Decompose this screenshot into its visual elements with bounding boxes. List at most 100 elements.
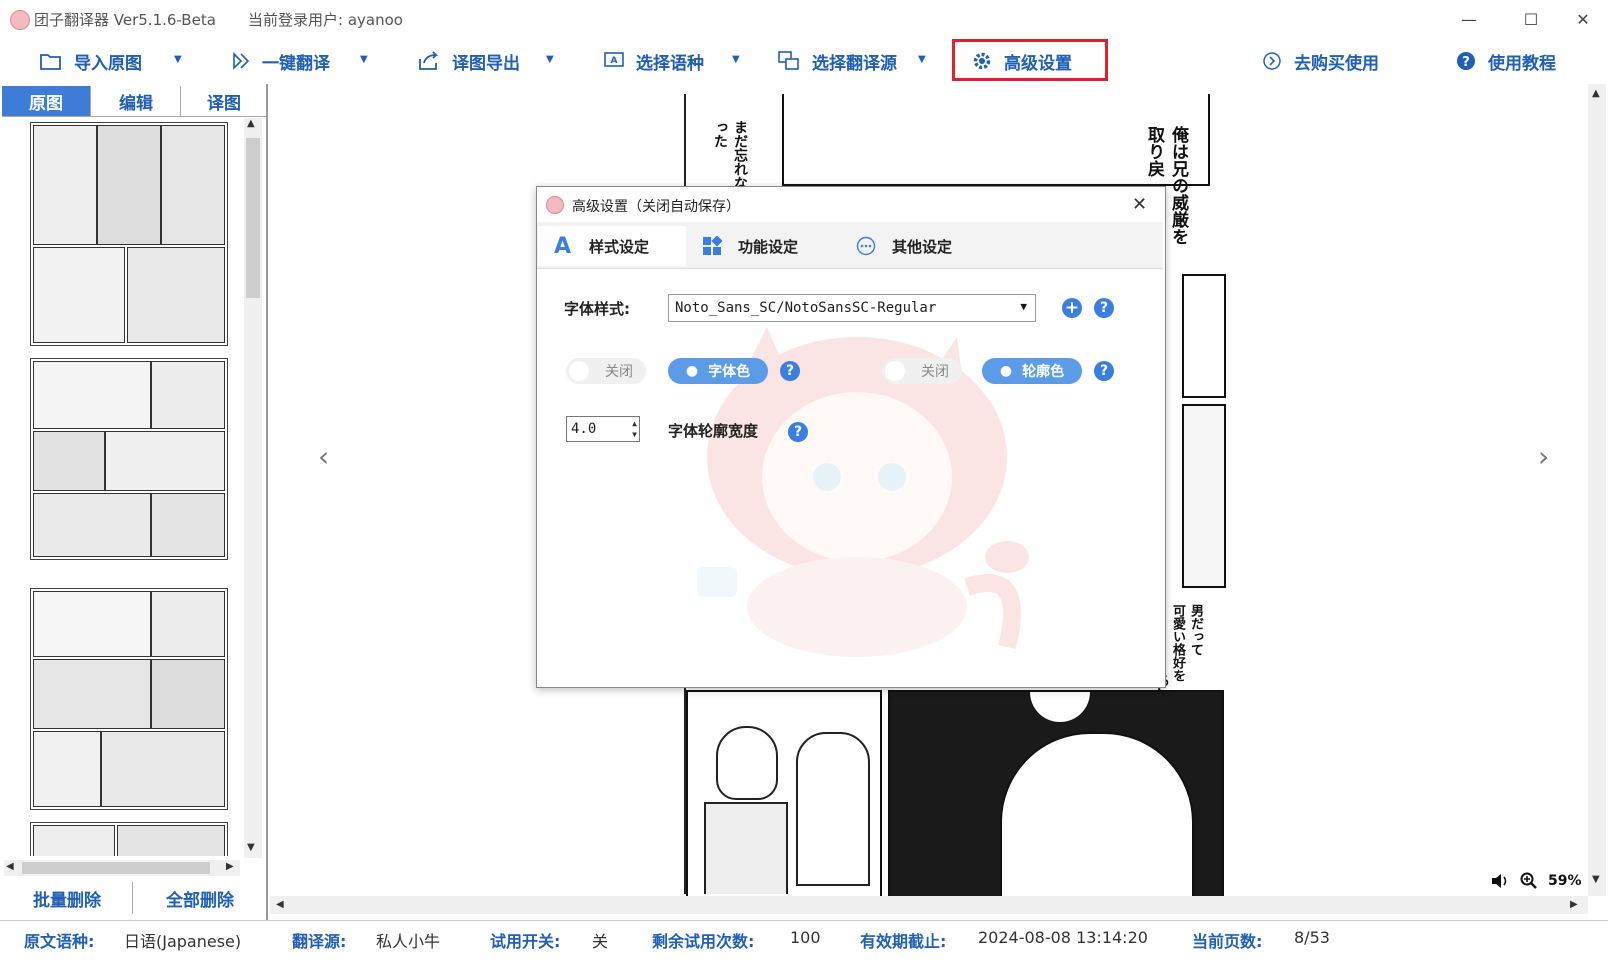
minimize-icon: — xyxy=(1461,9,1477,29)
main-horizontal-scrollbar[interactable]: ◀ ▶ xyxy=(270,896,1588,914)
prev-page-button[interactable]: ‹ xyxy=(318,440,329,473)
remaining-trials-value: 100 xyxy=(790,928,821,947)
scroll-right-icon[interactable]: ▶ xyxy=(226,861,234,872)
dialog-logo-icon xyxy=(546,196,564,214)
thumbnail-list[interactable] xyxy=(10,118,230,856)
source-dropdown-icon[interactable]: ▼ xyxy=(918,54,926,65)
one-click-translate-button[interactable]: 一键翻译 xyxy=(232,44,330,78)
thumbnail-page-1[interactable] xyxy=(30,122,228,346)
export-dropdown-icon[interactable]: ▼ xyxy=(546,54,554,65)
manga-panel-right xyxy=(1182,274,1226,398)
expiry-label: 有效期截止: xyxy=(860,932,947,951)
spin-arrows-icon[interactable]: ▲ ▼ xyxy=(632,418,637,440)
select-language-button[interactable]: A 选择语种 xyxy=(604,44,704,78)
tab-divider xyxy=(2,116,266,117)
expiry-value: 2024-08-08 13:14:20 xyxy=(978,928,1148,947)
left-vertical-scrollbar[interactable]: ▲ ▼ xyxy=(244,118,262,858)
import-button[interactable]: 导入原图 xyxy=(40,44,142,78)
tab-style-settings[interactable]: A 样式设定 xyxy=(538,226,686,266)
tab-function-settings[interactable]: 功能设定 xyxy=(702,226,798,266)
add-font-button[interactable]: + xyxy=(1062,298,1082,318)
translate-dropdown-icon[interactable]: ▼ xyxy=(360,54,368,65)
thumbnail-page-2[interactable] xyxy=(30,358,228,560)
tutorial-label: 使用教程 xyxy=(1488,53,1556,74)
tutorial-button[interactable]: ? 使用教程 xyxy=(1456,44,1556,78)
grid-icon xyxy=(703,236,722,255)
translator-value: 私人小牛 xyxy=(376,932,441,951)
export-button[interactable]: 译图导出 xyxy=(418,44,520,78)
minimize-button[interactable]: — xyxy=(1446,4,1492,34)
outline-color-toggle[interactable]: 关闭 xyxy=(882,358,962,384)
main-vertical-scrollbar[interactable]: ▲ ▼ xyxy=(1588,84,1606,896)
manga-panel-bottom-right xyxy=(888,690,1224,906)
tab-translated[interactable]: 译图 xyxy=(182,86,266,116)
font-style-help-icon[interactable]: ? xyxy=(1094,298,1114,318)
font-color-toggle[interactable]: 关闭 xyxy=(566,358,646,384)
buy-button[interactable]: 去购买使用 xyxy=(1262,44,1379,78)
main-scroll-right-icon[interactable]: ▶ xyxy=(1570,899,1578,910)
tab-edit[interactable]: 编辑 xyxy=(92,86,181,116)
main-scroll-up-icon[interactable]: ▲ xyxy=(1592,88,1600,99)
toggle-knob xyxy=(569,361,589,381)
font-color-button[interactable]: ● 字体色 xyxy=(668,358,768,384)
font-color-label: 字体色 xyxy=(708,364,751,380)
language-dropdown-icon[interactable]: ▼ xyxy=(732,54,740,65)
outline-width-label: 字体轮廓宽度 xyxy=(668,422,759,440)
app-logo-icon xyxy=(10,10,30,30)
trial-switch-value: 关 xyxy=(592,932,609,951)
login-user-label: 当前登录用户: ayanoo xyxy=(248,11,403,29)
close-window-button[interactable]: ✕ xyxy=(1560,4,1606,34)
font-color-toggle-state: 关闭 xyxy=(605,364,633,380)
scroll-up-icon[interactable]: ▲ xyxy=(247,118,255,129)
outline-width-help-icon[interactable]: ? xyxy=(788,422,808,442)
chevron-down-icon: ▼ xyxy=(1020,300,1027,313)
zoom-control: 59% xyxy=(1490,872,1582,890)
import-dropdown-icon[interactable]: ▼ xyxy=(174,54,182,65)
select-source-button[interactable]: 选择翻译源 xyxy=(778,44,897,78)
scroll-down-icon[interactable]: ▼ xyxy=(247,842,255,853)
font-style-value: Noto_Sans_SC/NotoSansSC-Regular xyxy=(675,300,937,316)
palette-icon: ● xyxy=(999,363,1013,379)
next-page-button[interactable]: › xyxy=(1538,440,1549,473)
app-title: 团子翻译器 Ver5.1.6-Beta xyxy=(34,11,216,29)
folder-icon xyxy=(40,54,61,70)
left-scroll-thumb[interactable] xyxy=(246,138,260,298)
main-scroll-down-icon[interactable]: ▼ xyxy=(1592,874,1600,885)
outline-color-help-icon[interactable]: ? xyxy=(1094,361,1114,381)
manga-text-mid-right-1: 男だって xyxy=(1188,604,1203,656)
left-hscroll-thumb[interactable] xyxy=(22,862,210,874)
maximize-button[interactable]: ☐ xyxy=(1508,4,1554,34)
select-source-label: 选择翻译源 xyxy=(812,53,897,74)
batch-delete-button[interactable]: 批量删除 xyxy=(2,882,133,914)
close-icon: ✕ xyxy=(1576,9,1590,29)
outline-color-label: 轮廓色 xyxy=(1022,364,1065,380)
thumbnail-page-3[interactable] xyxy=(30,588,228,810)
source-lang-label: 原文语种: xyxy=(24,932,95,951)
share-export-icon xyxy=(419,51,439,70)
main-scroll-left-icon[interactable]: ◀ xyxy=(276,899,284,910)
font-a-icon: A xyxy=(554,233,572,259)
more-circle-icon xyxy=(856,236,876,256)
tab-other-settings[interactable]: 其他设定 xyxy=(856,226,952,266)
manga-panel-right-2 xyxy=(1182,404,1226,588)
thumbnail-page-4[interactable] xyxy=(30,822,228,856)
delete-all-button[interactable]: 全部删除 xyxy=(134,882,266,914)
speaker-icon[interactable] xyxy=(1490,872,1510,890)
one-click-translate-label: 一键翻译 xyxy=(262,53,330,74)
translator-label: 翻译源: xyxy=(292,932,347,951)
font-style-select[interactable]: Noto_Sans_SC/NotoSansSC-Regular ▼ xyxy=(668,294,1036,322)
scroll-left-icon[interactable]: ◀ xyxy=(6,861,14,872)
manga-panel-bottom-left xyxy=(686,690,882,898)
page-label: 当前页数: xyxy=(1192,932,1263,951)
font-color-help-icon[interactable]: ? xyxy=(780,361,800,381)
outline-color-button[interactable]: ● 轮廓色 xyxy=(982,358,1082,384)
outline-width-spinbox[interactable]: 4.0 ▲ ▼ xyxy=(566,416,640,442)
tab-original[interactable]: 原图 xyxy=(2,86,91,116)
highlight-box xyxy=(952,39,1108,81)
dialog-close-button[interactable]: ✕ xyxy=(1132,194,1147,215)
tab-style-label: 样式设定 xyxy=(589,237,650,256)
left-horizontal-scrollbar[interactable]: ◀ ▶ xyxy=(4,860,240,876)
zoom-in-icon[interactable] xyxy=(1520,872,1538,890)
export-label: 译图导出 xyxy=(452,53,520,74)
palette-icon: ● xyxy=(685,363,699,379)
